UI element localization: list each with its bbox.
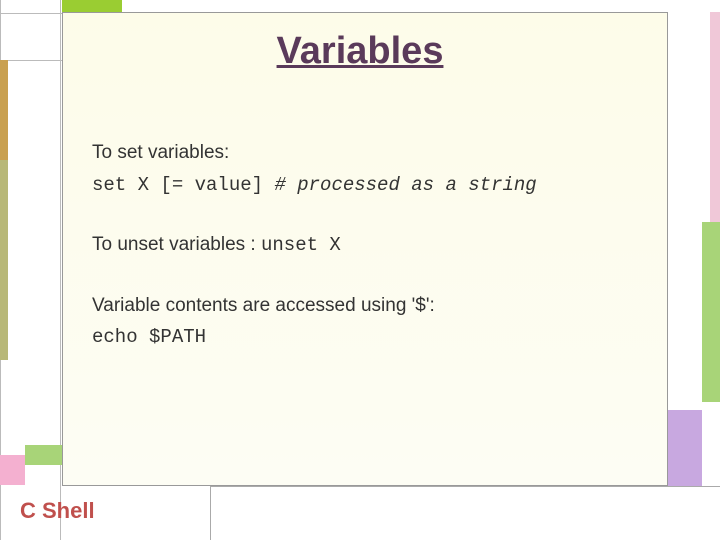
text-span: : bbox=[430, 295, 435, 316]
text-span: Variable contents are accessed using bbox=[92, 295, 412, 316]
text-line: To unset variables : unset X bbox=[92, 232, 652, 259]
code-text: set X [= value] bbox=[92, 174, 274, 196]
block-access-variables: Variable contents are accessed using '$'… bbox=[92, 293, 652, 350]
text-symbol: '$' bbox=[412, 295, 430, 316]
text-line: To set variables: bbox=[92, 140, 652, 166]
code-line: set X [= value] # processed as a string bbox=[92, 172, 652, 199]
code-line: echo $PATH bbox=[92, 325, 652, 351]
slide-body: To set variables: set X [= value] # proc… bbox=[92, 140, 652, 384]
block-set-variables: To set variables: set X [= value] # proc… bbox=[92, 140, 652, 198]
decor-grid-line bbox=[0, 13, 62, 14]
text-line: Variable contents are accessed using '$'… bbox=[92, 293, 652, 319]
decor-block-purple bbox=[668, 410, 702, 486]
text-span: To unset variables : bbox=[92, 234, 261, 255]
decor-block-green bbox=[702, 222, 720, 402]
decor-block-pink bbox=[0, 455, 25, 485]
decor-block-olive bbox=[0, 160, 8, 360]
code-text: unset X bbox=[261, 234, 341, 256]
footer-label: C Shell bbox=[20, 498, 95, 524]
decor-block-ochre bbox=[0, 60, 8, 160]
code-comment: # processed as a string bbox=[274, 174, 536, 196]
block-unset-variables: To unset variables : unset X bbox=[92, 232, 652, 259]
slide-title: Variables bbox=[0, 30, 720, 73]
footer-panel bbox=[210, 486, 720, 540]
